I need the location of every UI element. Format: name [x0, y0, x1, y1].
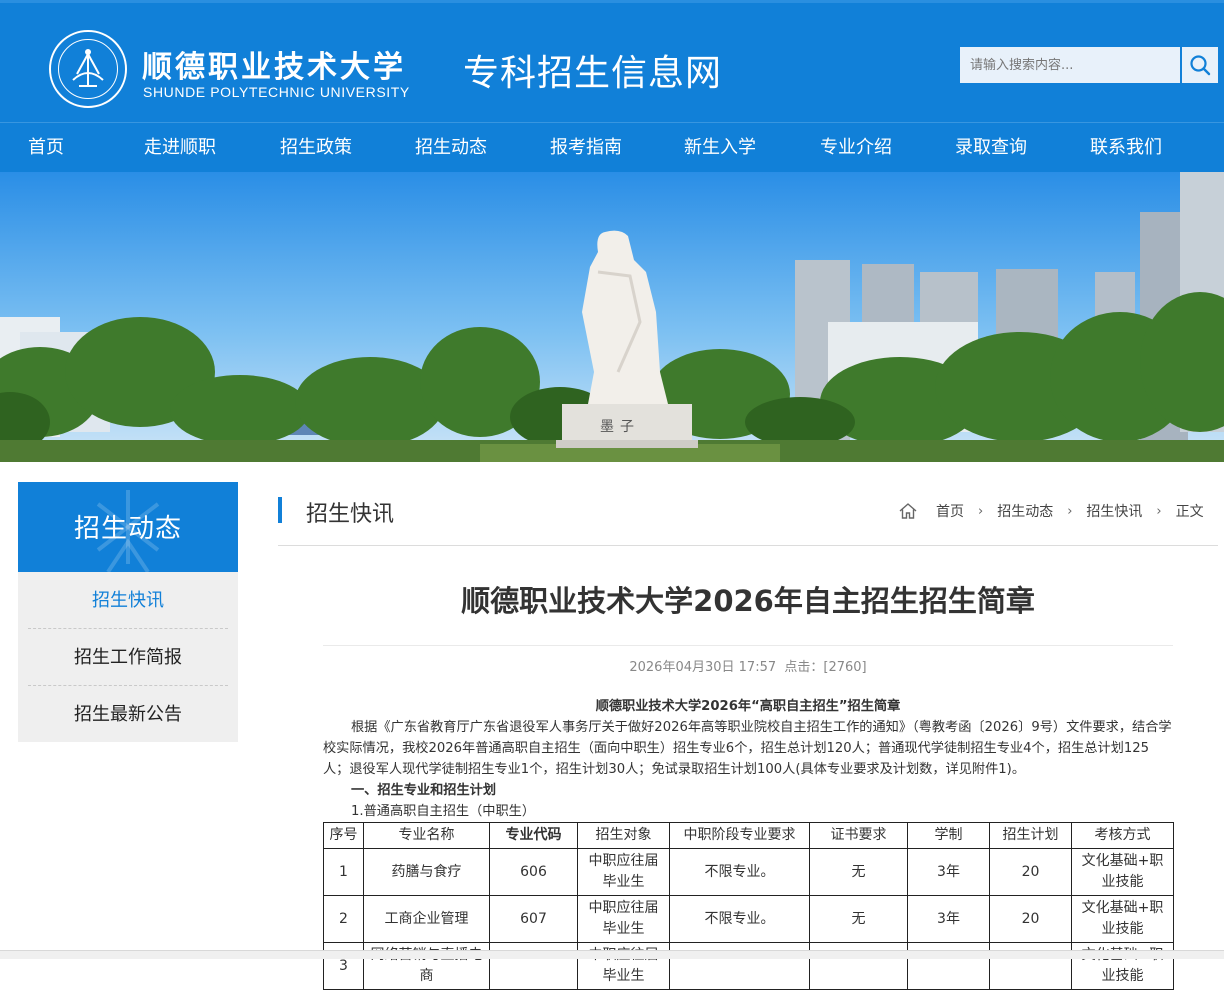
sidebar-menu: 招生快讯 招生工作简报 招生最新公告: [18, 572, 238, 742]
table-cell: 文化基础+职业技能: [1071, 895, 1174, 943]
table-header-cell: 招生对象: [577, 822, 670, 849]
breadcrumb-admission-news[interactable]: 招生快讯: [1086, 501, 1142, 521]
table-cell: 20: [989, 848, 1072, 896]
university-seal-logo[interactable]: [49, 30, 127, 108]
table-cell: 无: [809, 895, 908, 943]
article-subtitle: 顺德职业技术大学2026年“高职自主招生”招生简章: [595, 699, 901, 714]
breadcrumb-current: 正文: [1175, 504, 1204, 520]
table-header-row: 序号 专业名称 专业代码 招生对象 中职阶段专业要求 证书要求 学制 招生计划 …: [323, 822, 1174, 849]
table-cell: 文化基础+职业技能: [1071, 848, 1174, 896]
nav-item-home[interactable]: 首页: [28, 123, 64, 173]
article-title: 顺德职业技术大学2026年自主招生招生简章: [461, 584, 1035, 618]
search-button[interactable]: [1182, 47, 1218, 83]
table-cell: 3年: [907, 895, 990, 943]
article-heading-2: 1.普通高职自主招生（中职生）: [351, 804, 536, 819]
article-divider: [323, 645, 1173, 646]
table-header-cell: 序号: [323, 822, 364, 849]
header-topline: [0, 0, 1224, 3]
nav-item-news[interactable]: 招生动态: [415, 123, 487, 173]
home-icon[interactable]: [898, 501, 918, 521]
table-cell: 不限专业。: [669, 895, 810, 943]
table-cell: 工商企业管理: [363, 895, 490, 943]
article-heading-1: 一、招生专业和招生计划: [351, 783, 497, 798]
search-input[interactable]: [960, 47, 1180, 83]
table-header-cell: 招生计划: [989, 822, 1072, 849]
section-accent-bar: [278, 497, 282, 523]
table-cell: 中职应往届毕业生: [577, 895, 670, 943]
table-cell: 607: [489, 895, 578, 943]
university-name-en[interactable]: SHUNDE POLYTECHNIC UNIVERSITY: [143, 84, 410, 100]
sidebar-title: 招生动态: [73, 514, 182, 544]
section-divider: [278, 545, 1218, 546]
article-paragraph: 根据《广东省教育厅广东省退役军人事务厅关于做好2026年高等职业院校自主招生工作…: [323, 720, 1172, 777]
table-cell: 药膳与食疗: [363, 848, 490, 896]
article-clicks-label: 点击：: [784, 660, 824, 675]
table-cell: 1: [323, 848, 364, 896]
breadcrumb-home[interactable]: 首页: [936, 501, 964, 521]
nav-item-majors[interactable]: 专业介绍: [820, 123, 892, 173]
table-header-cell: 学制: [907, 822, 990, 849]
main-nav: 首页 走进顺职 招生政策 招生动态 报考指南 新生入学 专业介绍 录取查询 联系…: [0, 122, 1224, 172]
horizontal-scrollbar[interactable]: [0, 950, 1224, 959]
table-header-cell: 专业名称: [363, 822, 490, 849]
table-cell: 606: [489, 848, 578, 896]
university-name-cn[interactable]: 顺德职业技术大学: [142, 42, 406, 86]
statue-plaque-text: 墨子: [600, 419, 640, 435]
sidebar-item-latest-notices[interactable]: 招生最新公告: [28, 686, 228, 743]
enrollment-plan-table: 序号 专业名称 专业代码 招生对象 中职阶段专业要求 证书要求 学制 招生计划 …: [323, 822, 1174, 990]
table-header-cell: 证书要求: [809, 822, 908, 849]
nav-item-about[interactable]: 走进顺职: [144, 123, 216, 173]
nav-item-contact[interactable]: 联系我们: [1090, 123, 1162, 173]
chevron-right-icon: ›: [1067, 503, 1073, 519]
nav-item-policy[interactable]: 招生政策: [280, 123, 352, 173]
breadcrumb: 首页 › 招生动态 › 招生快讯 › 正文: [898, 500, 1204, 522]
sidebar-item-admission-news[interactable]: 招生快讯: [28, 572, 228, 629]
chevron-right-icon: ›: [978, 503, 984, 519]
table-cell: 20: [989, 895, 1072, 943]
sidebar-header: 招生动态: [18, 482, 238, 572]
table-cell: 不限专业。: [669, 848, 810, 896]
article-meta: 2026年04月30日 17:57 点击：[2760]: [278, 656, 1218, 675]
section-title: 招生快讯: [306, 502, 395, 527]
table-header-cell: 中职阶段专业要求: [669, 822, 810, 849]
breadcrumb-news[interactable]: 招生动态: [997, 501, 1053, 521]
nav-item-freshmen[interactable]: 新生入学: [684, 123, 756, 173]
table-cell: 3年: [907, 848, 990, 896]
site-header: 顺德职业技术大学 SHUNDE POLYTECHNIC UNIVERSITY 专…: [0, 0, 1224, 122]
table-row: 1 药膳与食疗 606 中职应往届毕业生 不限专业。 无 3年 20 文化基础+…: [323, 848, 1174, 896]
campus-banner: 墨子: [0, 172, 1224, 462]
article-date: 2026年04月30日 17:57: [629, 660, 777, 675]
article-clicks: [2760]: [823, 660, 867, 675]
nav-item-guide[interactable]: 报考指南: [550, 123, 622, 173]
table-cell: 2: [323, 895, 364, 943]
nav-item-admission-query[interactable]: 录取查询: [955, 123, 1027, 173]
table-cell: 中职应往届毕业生: [577, 848, 670, 896]
table-header-cell: 考核方式: [1071, 822, 1174, 849]
seal-emblem-icon: [72, 49, 104, 87]
sidebar-item-work-brief[interactable]: 招生工作简报: [28, 629, 228, 686]
chevron-right-icon: ›: [1156, 503, 1162, 519]
table-row: 2 工商企业管理 607 中职应往届毕业生 不限专业。 无 3年 20 文化基础…: [323, 895, 1174, 943]
site-title: 专科招生信息网: [463, 53, 723, 94]
search-icon: [1190, 55, 1211, 76]
table-cell: 无: [809, 848, 908, 896]
table-header-cell: 专业代码: [489, 822, 578, 849]
